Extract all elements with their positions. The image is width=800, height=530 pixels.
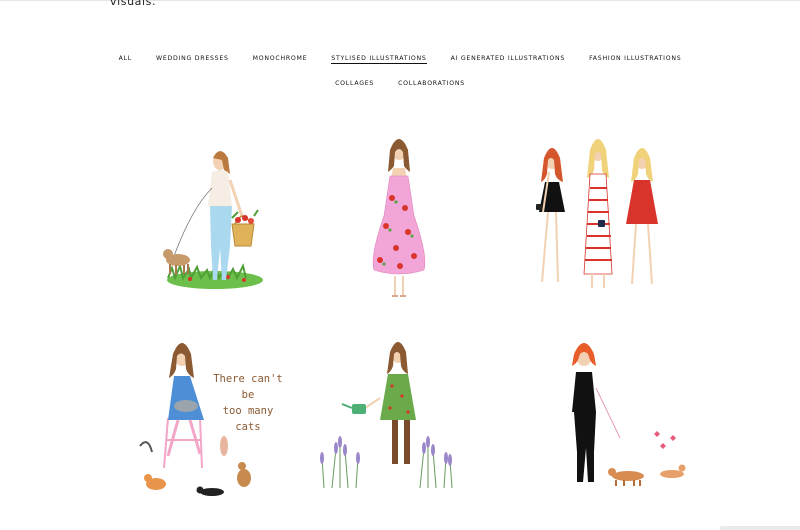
svg-text:too many: too many [223,405,274,417]
gallery-item-2[interactable] [310,128,490,308]
category-filter-nav: ALL WEDDING DRESSES MONOCHROME STYLISED … [0,55,800,103]
filter-all[interactable]: ALL [119,55,132,64]
three-women-illustration [536,139,658,288]
gallery-item-6[interactable] [510,328,690,508]
svg-text:There can't: There can't [213,373,283,385]
girl-with-dachshunds-illustration [572,343,686,486]
scrollbar-hint [720,526,800,530]
filter-fashion-illustrations[interactable]: FASHION ILLUSTRATIONS [589,55,681,64]
gallery-item-3[interactable] [510,128,690,308]
svg-text:be: be [242,389,255,401]
filter-ai-generated-illustrations[interactable]: AI GENERATED ILLUSTRATIONS [451,55,565,64]
filter-stylised-illustrations[interactable]: STYLISED ILLUSTRATIONS [331,55,427,64]
illustration-gallery: There can't be too many cats [110,128,710,508]
gallery-item-4[interactable]: There can't be too many cats [120,328,300,508]
gallery-item-5[interactable] [310,328,490,508]
svg-text:cats: cats [235,421,260,433]
gallery-item-1[interactable] [120,128,300,308]
girl-with-cats-illustration: There can't be too many cats [139,343,283,496]
filter-collages[interactable]: COLLAGES [335,80,374,87]
category-filter-row-2: COLLAGES COLLABORATIONS [0,80,800,87]
girl-walking-dog-illustration [163,151,263,289]
intro-text: visuals. [110,0,157,8]
filter-monochrome[interactable]: MONOCHROME [253,55,308,64]
filter-wedding-dresses[interactable]: WEDDING DRESSES [156,55,229,64]
girl-in-floral-gown-illustration [372,139,426,297]
cats-caption: There can't be too many cats [213,373,283,433]
girl-watering-lavender-illustration [320,342,453,489]
filter-collaborations[interactable]: COLLABORATIONS [398,80,465,87]
category-filter-row-1: ALL WEDDING DRESSES MONOCHROME STYLISED … [0,55,800,64]
